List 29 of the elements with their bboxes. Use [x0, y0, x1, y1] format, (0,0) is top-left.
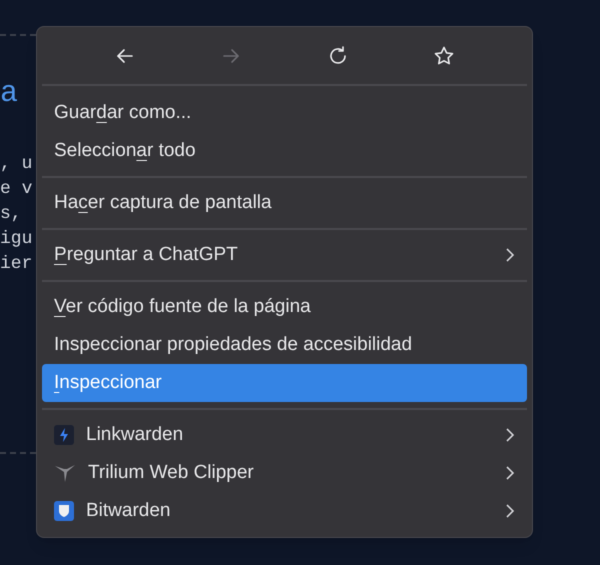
menu-item[interactable]: Ver código fuente de la página [42, 288, 527, 326]
menu-item[interactable]: Linkwarden [42, 416, 527, 454]
item-label: Preguntar a ChatGPT [54, 242, 238, 267]
menu-item[interactable]: Inspeccionar [42, 364, 527, 402]
item-label: Seleccionar todo [54, 138, 196, 163]
menu-item[interactable]: Seleccionar todo [42, 132, 527, 170]
page-heading: a [0, 76, 20, 112]
menu-item[interactable]: Preguntar a ChatGPT [42, 236, 527, 274]
page-text: , u [0, 153, 34, 176]
item-label: Guardar como... [54, 100, 192, 125]
item-label: Ver código fuente de la página [54, 294, 311, 319]
menu-item[interactable]: Inspeccionar propiedades de accesibilidad [42, 326, 527, 364]
item-label: Trilium Web Clipper [88, 460, 254, 485]
menu-item[interactable]: Guardar como... [42, 94, 527, 132]
page-text: ier [0, 253, 34, 276]
bolt-icon [54, 425, 74, 445]
item-label: Linkwarden [86, 422, 184, 447]
shield-icon [54, 501, 74, 521]
page-text: igu [0, 228, 34, 251]
item-label: Hacer captura de pantalla [54, 190, 272, 215]
page-text: s, [0, 203, 23, 226]
menu-item[interactable]: Trilium Web Clipper [42, 454, 527, 492]
menu-item[interactable]: Hacer captura de pantalla [42, 184, 527, 222]
item-label: Inspeccionar propiedades de accesibilidad [54, 332, 412, 357]
tree-icon [54, 463, 76, 483]
menu-item[interactable]: Bitwarden [42, 492, 527, 530]
page-text: e v [0, 178, 34, 201]
item-label: Bitwarden [86, 498, 170, 523]
item-label: Inspeccionar [54, 370, 162, 395]
